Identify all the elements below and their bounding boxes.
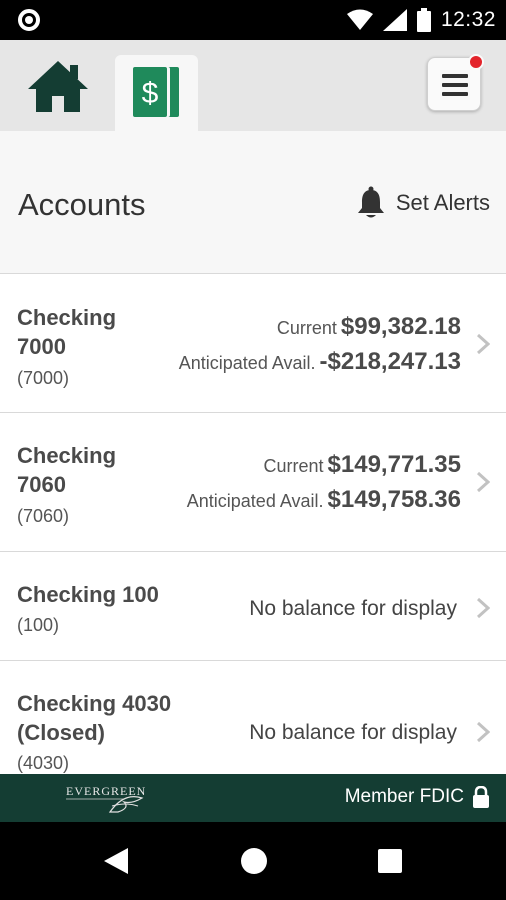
status-bar: 12:32: [0, 0, 506, 40]
set-alerts-label: Set Alerts: [395, 190, 490, 215]
anticipated-label: Anticipated Avail.: [186, 491, 324, 511]
account-name-line2: 7060: [17, 472, 66, 497]
battery-icon: [416, 8, 431, 32]
account-number: (100): [17, 615, 60, 635]
current-label: Current: [276, 318, 337, 338]
wifi-icon: [346, 9, 373, 30]
anticipated-value: -$218,247.13: [319, 348, 461, 375]
chevron-right-icon: [476, 597, 490, 619]
account-name-line1: Checking 4030: [17, 691, 172, 716]
chevron-right-icon: [476, 333, 490, 355]
anticipated-label: Anticipated Avail.: [178, 353, 316, 373]
back-button-icon[interactable]: [102, 846, 130, 876]
svg-text:$: $: [142, 77, 159, 110]
account-row[interactable]: Checking 7060 (7060) Current $149,771.35…: [0, 413, 506, 552]
current-balance: Current $149,771.35: [264, 451, 462, 479]
bell-icon: [357, 186, 384, 218]
bank-logo: EVERGREEN: [66, 782, 146, 814]
status-time: 12:32: [440, 8, 496, 31]
logo-tree-icon: [66, 796, 144, 813]
current-balance: Current $99,382.18: [277, 313, 461, 341]
chevron-right-icon: [476, 721, 490, 743]
lock-icon: [473, 786, 489, 808]
recents-button-icon[interactable]: [377, 848, 403, 874]
chevron-right-icon: [476, 471, 490, 493]
account-name: Checking 7000: [17, 303, 116, 361]
set-alerts-button[interactable]: Set Alerts: [356, 186, 490, 220]
current-value: $99,382.18: [340, 313, 461, 340]
notification-badge: [468, 54, 484, 70]
anticipated-balance: Anticipated Avail. -$218,247.13: [179, 348, 461, 376]
account-row[interactable]: Checking 7000 (7000) Current $99,382.18 …: [0, 275, 506, 413]
account-number: (4030): [17, 753, 70, 773]
page-header: Accounts Set Alerts: [0, 131, 506, 274]
accounts-tab[interactable]: $: [115, 55, 198, 131]
account-name: Checking 7060: [17, 441, 116, 499]
current-label: Current: [263, 456, 324, 476]
menu-button[interactable]: [427, 54, 484, 111]
notification-circle-icon: [18, 9, 40, 31]
account-list: Checking 7000 (7000) Current $99,382.18 …: [0, 275, 506, 774]
anticipated-value: $149,758.36: [327, 486, 461, 513]
home-icon: [28, 61, 88, 112]
anticipated-balance: Anticipated Avail. $149,758.36: [187, 486, 461, 514]
account-name-line2: 7000: [17, 334, 66, 359]
no-balance-text: No balance for display: [249, 721, 457, 744]
android-navigation-bar: [0, 822, 506, 900]
footer-bar: EVERGREEN Member FDIC: [0, 774, 506, 822]
account-number: (7060): [17, 506, 70, 526]
account-name: Checking 4030 (Closed): [17, 689, 171, 747]
account-name-line1: Checking: [17, 443, 117, 468]
money-stack-icon: $: [133, 67, 179, 117]
account-number: (7000): [17, 368, 70, 388]
account-row[interactable]: Checking 100 (100) No balance for displa…: [0, 552, 506, 661]
account-name: Checking 100: [17, 580, 159, 609]
cell-signal-icon: [382, 9, 407, 31]
account-name-line1: Checking 100: [17, 582, 159, 607]
account-name-line1: Checking: [17, 305, 117, 330]
fdic-label: Member FDIC: [344, 786, 464, 807]
home-button[interactable]: [22, 56, 94, 116]
current-value: $149,771.35: [327, 451, 461, 478]
top-navigation: $: [0, 40, 506, 131]
no-balance-text: No balance for display: [249, 597, 457, 620]
page-title: Accounts: [18, 187, 146, 222]
member-fdic: Member FDIC: [345, 786, 490, 808]
account-name-line2: (Closed): [17, 720, 105, 745]
home-button-icon[interactable]: [240, 847, 268, 875]
status-icons: 12:32: [346, 0, 496, 40]
account-row[interactable]: Checking 4030 (Closed) (4030) No balance…: [0, 661, 506, 774]
